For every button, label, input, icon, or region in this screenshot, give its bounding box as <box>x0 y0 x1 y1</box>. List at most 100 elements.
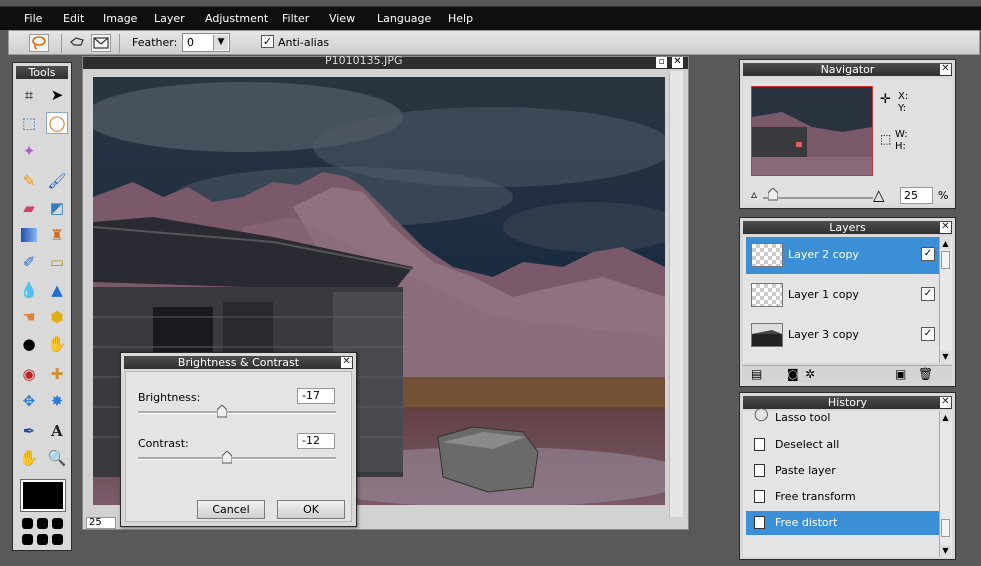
brightness-label: Brightness: <box>138 391 201 404</box>
feather-value: 0 <box>187 36 194 49</box>
tools-panel: Tools ⌗ ➤ ⬚ ◯ ✦ ✎ 🖌 ▰ ◩ ♜ ✐ ▭ 💧 ▲ ☚ ⬢ ● … <box>12 62 72 551</box>
sharpen-icon[interactable]: ▲ <box>46 279 68 301</box>
magnetic-lasso-button[interactable] <box>91 34 111 52</box>
magic-wand-icon[interactable]: ✦ <box>18 140 40 162</box>
lasso-icon: ◯ <box>754 407 769 422</box>
color-picker-icon[interactable]: ✒ <box>18 420 40 442</box>
close-icon[interactable]: ✕ <box>940 222 951 233</box>
menu-edit[interactable]: Edit <box>63 12 84 25</box>
contrast-input[interactable]: -12 <box>297 433 335 449</box>
canvas-vertical-scrollbar[interactable] <box>669 71 683 517</box>
layer-row[interactable]: Layer 1 copy ✓ <box>746 277 939 314</box>
zoom-slider-track[interactable] <box>763 197 873 199</box>
drawing-icon[interactable]: ▭ <box>46 251 68 273</box>
brightness-input[interactable]: -17 <box>297 388 335 404</box>
menu-help[interactable]: Help <box>448 12 473 25</box>
trash-icon[interactable]: 🗑 <box>918 367 933 381</box>
layer-visibility-checkbox[interactable]: ✓ <box>921 327 935 341</box>
feather-select[interactable]: 0 ▼ <box>182 33 230 52</box>
history-step-icon <box>754 464 765 477</box>
lasso-tool-icon[interactable]: ◯ <box>46 112 68 134</box>
scroll-up-icon[interactable]: ▲ <box>940 412 951 423</box>
layer-thumbnail <box>751 243 783 267</box>
menu-layer[interactable]: Layer <box>154 12 185 25</box>
scroll-thumb[interactable] <box>941 519 950 537</box>
contrast-track[interactable] <box>138 457 336 460</box>
stamp-icon[interactable]: ♜ <box>46 224 68 246</box>
eraser-icon[interactable]: ▰ <box>18 197 40 219</box>
scroll-down-icon[interactable]: ▼ <box>940 351 951 362</box>
close-icon[interactable]: ✕ <box>341 357 352 368</box>
background-color-swatch[interactable] <box>21 517 65 547</box>
foreground-color-swatch[interactable] <box>20 479 66 512</box>
layers-footer: ▤ ◙ ✲ ▣ 🗑 <box>743 365 952 383</box>
zoom-in-icon[interactable]: △ <box>873 186 885 204</box>
zoom-icon[interactable]: 🔍 <box>46 447 68 469</box>
menu-view[interactable]: View <box>329 12 355 25</box>
navigator-zoom-input[interactable]: 25 <box>900 187 933 204</box>
history-item[interactable]: ◯ Lasso tool <box>746 407 939 431</box>
history-item[interactable]: Free transform <box>746 485 939 509</box>
hand-icon[interactable]: ✋ <box>18 447 40 469</box>
layer-visibility-checkbox[interactable]: ✓ <box>921 247 935 261</box>
type-icon[interactable]: A <box>46 420 68 442</box>
close-icon[interactable]: ✕ <box>940 64 951 75</box>
canvas-zoom-field[interactable]: 25 <box>86 517 116 529</box>
scroll-thumb[interactable] <box>941 251 950 269</box>
smudge-icon[interactable]: ☚ <box>18 306 40 328</box>
lasso-mode-button[interactable] <box>29 34 49 52</box>
navigator-preview[interactable] <box>751 86 873 176</box>
close-icon[interactable]: ✕ <box>940 397 951 408</box>
history-item[interactable]: Free distort <box>746 511 939 535</box>
layer-row[interactable]: Layer 3 copy ✓ <box>746 317 939 354</box>
contrast-slider-thumb[interactable] <box>222 451 232 464</box>
zoom-out-icon[interactable]: ▵ <box>751 187 757 201</box>
pencil-icon[interactable]: ✎ <box>18 170 40 192</box>
menu-language[interactable]: Language <box>377 12 431 25</box>
chevron-down-icon[interactable]: ▼ <box>213 35 228 50</box>
history-scrollbar[interactable]: ▲ ▼ <box>939 411 952 557</box>
scroll-down-icon[interactable]: ▼ <box>940 545 951 556</box>
bloat-icon[interactable]: ✥ <box>18 390 40 412</box>
ok-button[interactable]: OK <box>277 500 345 519</box>
menu-file[interactable]: File <box>24 12 42 25</box>
burn-icon[interactable]: ✋ <box>46 333 68 355</box>
crop-icon[interactable]: ⌗ <box>18 84 40 106</box>
layer-row[interactable]: Layer 2 copy ✓ <box>746 237 939 274</box>
brightness-track[interactable] <box>138 411 336 414</box>
pinch-icon[interactable]: ✸ <box>46 390 68 412</box>
sponge-icon[interactable]: ⬢ <box>46 306 68 328</box>
spot-heal-icon[interactable]: ✚ <box>46 363 68 385</box>
menu-filter[interactable]: Filter <box>282 12 309 25</box>
move-icon[interactable]: ➤ <box>46 84 68 106</box>
close-icon[interactable]: ✕ <box>672 57 683 68</box>
antialias-label: Anti-alias <box>278 36 330 49</box>
red-eye-icon[interactable]: ◉ <box>18 363 40 385</box>
layer-visibility-checkbox[interactable]: ✓ <box>921 287 935 301</box>
marquee-icon[interactable]: ⬚ <box>18 112 40 134</box>
polygon-lasso-button[interactable] <box>67 34 87 52</box>
color-replace-icon[interactable]: ✐ <box>18 251 40 273</box>
layer-thumbnail-image <box>752 330 782 346</box>
antialias-checkbox[interactable]: ✓ <box>261 35 274 48</box>
brightness-slider-thumb[interactable] <box>217 405 227 418</box>
layers-scrollbar[interactable]: ▲ ▼ <box>939 237 952 363</box>
layer-thumbnail <box>751 283 783 307</box>
paint-bucket-icon[interactable]: ◩ <box>46 197 68 219</box>
blur-icon[interactable]: 💧 <box>18 279 40 301</box>
dodge-icon[interactable]: ● <box>18 333 40 355</box>
scroll-up-icon[interactable]: ▲ <box>940 238 951 249</box>
new-layer-icon[interactable]: ▣ <box>895 367 906 381</box>
layer-mask-icon[interactable]: ◙ <box>787 367 799 381</box>
brush-icon[interactable]: 🖌 <box>46 170 68 192</box>
zoom-slider-thumb[interactable] <box>768 188 778 201</box>
gradient-icon[interactable] <box>18 224 40 246</box>
cancel-button[interactable]: Cancel <box>197 500 265 519</box>
history-item[interactable]: Paste layer <box>746 459 939 483</box>
history-item[interactable]: Deselect all <box>746 433 939 457</box>
menu-image[interactable]: Image <box>103 12 137 25</box>
layer-menu-icon[interactable]: ▤ <box>751 367 762 381</box>
menu-adjustment[interactable]: Adjustment <box>205 12 268 25</box>
maximize-icon[interactable]: ▫ <box>656 57 667 68</box>
layer-styles-icon[interactable]: ✲ <box>805 367 815 381</box>
